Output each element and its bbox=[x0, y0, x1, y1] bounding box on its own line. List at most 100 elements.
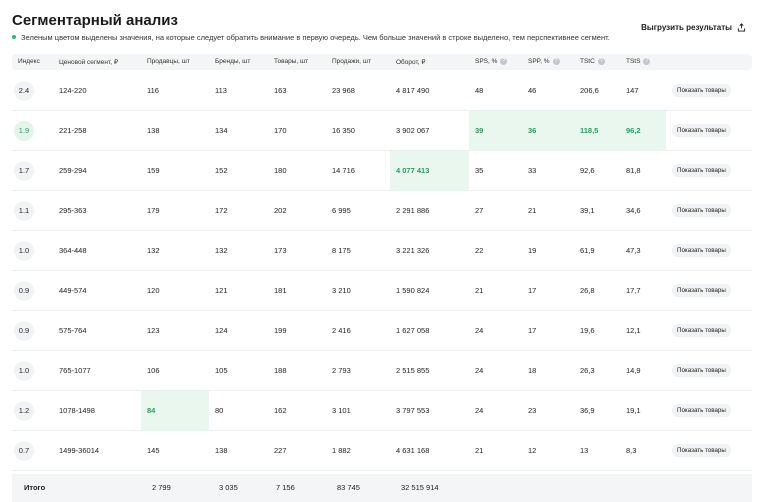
totals-row: Итого 2 799 3 035 7 156 83 745 32 515 914 bbox=[12, 474, 752, 502]
table-cell: 22 bbox=[475, 246, 484, 255]
table-cell: 1078-1498 bbox=[59, 406, 95, 415]
column-header: SPP, %? bbox=[528, 58, 560, 65]
table-cell: 23 bbox=[528, 406, 537, 415]
index-badge: 1.2 bbox=[14, 401, 34, 421]
table-cell: 18 bbox=[528, 366, 537, 375]
table-cell: 259-294 bbox=[59, 166, 87, 175]
table-cell: 765-1077 bbox=[59, 366, 91, 375]
show-products-button[interactable]: Показать товары bbox=[672, 124, 731, 137]
table-cell: 221-258 bbox=[59, 126, 87, 135]
table-cell: 199 bbox=[274, 326, 287, 335]
table-cell: 92,6 bbox=[580, 166, 595, 175]
table-cell: 17 bbox=[528, 286, 537, 295]
show-products-button[interactable]: Показать товары bbox=[672, 204, 731, 217]
table-cell: 4 631 168 bbox=[396, 446, 430, 455]
table-cell: 8,3 bbox=[626, 446, 637, 455]
index-badge: 0.7 bbox=[14, 441, 34, 461]
table-row: 1.7 259-294 159 152 180 14 716 4 077 413 35 33 92… bbox=[12, 151, 752, 191]
export-label: Выгрузить результаты bbox=[641, 23, 732, 32]
table-cell: 106 bbox=[147, 366, 160, 375]
table-row: 1.0 364-448 132 132 173 8 175 3 221 326 22 19 61,… bbox=[12, 231, 752, 271]
table-cell: 152 bbox=[215, 166, 228, 175]
totals-value: 32 515 914 bbox=[401, 483, 439, 492]
table-cell: 19,1 bbox=[626, 406, 641, 415]
table-cell: 3 101 bbox=[332, 406, 351, 415]
table-header: Индекс Ценовой сегмент, ₽ Продавцы, шт Брен… bbox=[12, 54, 752, 70]
table-cell: 123 bbox=[147, 326, 160, 335]
show-products-button[interactable]: Показать товары bbox=[672, 284, 731, 297]
table-row: 0.9 575-764 123 124 199 2 416 1 627 058 24 17 19,… bbox=[12, 311, 752, 351]
table-cell: 202 bbox=[274, 206, 287, 215]
column-header: Ценовой сегмент, ₽ bbox=[59, 58, 118, 66]
table-cell: 227 bbox=[274, 446, 287, 455]
table-cell: 173 bbox=[274, 246, 287, 255]
export-icon bbox=[737, 23, 746, 32]
column-header-label: Продавцы, шт bbox=[147, 58, 190, 65]
index-badge: 1.0 bbox=[14, 241, 34, 261]
table-row: 1.2 1078-1498 84 80 162 3 101 3 797 553 24 23 36,… bbox=[12, 391, 752, 431]
index-badge: 2.4 bbox=[14, 81, 34, 101]
column-header: TStS? bbox=[626, 58, 651, 65]
table-cell: 46 bbox=[528, 86, 537, 95]
column-header-label: SPS, % bbox=[475, 58, 498, 65]
table-cell: 81,8 bbox=[626, 166, 641, 175]
info-icon[interactable]: ? bbox=[552, 58, 560, 65]
table-row: 0.7 1499-36014 145 138 227 1 882 4 631 168 21 12… bbox=[12, 431, 752, 471]
table-cell: 147 bbox=[626, 86, 639, 95]
table-cell: 118,5 bbox=[580, 126, 599, 135]
table-cell: 188 bbox=[274, 366, 287, 375]
table-cell: 14,9 bbox=[626, 366, 641, 375]
table-row: 0.9 449-574 120 121 181 3 210 1 590 824 21 17 26,… bbox=[12, 271, 752, 311]
table-cell: 84 bbox=[147, 406, 156, 415]
table-cell: 170 bbox=[274, 126, 287, 135]
table-cell: 2 515 855 bbox=[396, 366, 430, 375]
show-products-button[interactable]: Показать товары bbox=[672, 164, 731, 177]
table-row: 1.9 221-258 138 134 170 16 350 3 902 067 39 36 11… bbox=[12, 111, 752, 151]
column-header-label: Продажи, шт bbox=[332, 58, 371, 65]
table-cell: 113 bbox=[215, 86, 227, 95]
table-cell: 295-363 bbox=[59, 206, 87, 215]
table-row: 1.1 295-363 179 172 202 6 995 2 291 886 27 21 39,… bbox=[12, 191, 752, 231]
table-cell: 162 bbox=[274, 406, 287, 415]
show-products-button[interactable]: Показать товары bbox=[672, 324, 731, 337]
table-row: 2.4 124-220 116 113 163 23 968 4 817 490 48 46 20… bbox=[12, 71, 752, 111]
table-cell: 180 bbox=[274, 166, 287, 175]
legend-text: Зеленым цветом выделены значения, на кот… bbox=[21, 33, 610, 42]
green-dot-icon bbox=[12, 35, 16, 40]
show-products-button[interactable]: Показать товары bbox=[672, 244, 731, 257]
index-badge: 1.9 bbox=[14, 121, 34, 141]
table-cell: 17,7 bbox=[626, 286, 641, 295]
table-cell: 181 bbox=[274, 286, 287, 295]
table-cell: 2 416 bbox=[332, 326, 351, 335]
table-cell: 34,6 bbox=[626, 206, 641, 215]
table-cell: 3 797 553 bbox=[396, 406, 430, 415]
table-cell: 124 bbox=[215, 326, 228, 335]
show-products-button[interactable]: Показать товары bbox=[672, 404, 731, 417]
info-icon[interactable]: ? bbox=[597, 58, 605, 65]
export-results-button[interactable]: Выгрузить результаты bbox=[641, 23, 746, 32]
column-header: SPS, %? bbox=[475, 58, 508, 65]
table-cell: 19 bbox=[528, 246, 537, 255]
table-cell: 1 590 824 bbox=[396, 286, 430, 295]
info-icon[interactable]: ? bbox=[643, 58, 651, 65]
table-cell: 364-448 bbox=[59, 246, 87, 255]
show-products-button[interactable]: Показать товары bbox=[672, 444, 731, 457]
column-header: Продавцы, шт bbox=[147, 58, 190, 65]
table-cell: 26,3 bbox=[580, 366, 595, 375]
table-cell: 16 350 bbox=[332, 126, 355, 135]
table-cell: 12,1 bbox=[626, 326, 641, 335]
table-cell: 13 bbox=[580, 446, 589, 455]
index-badge: 1.1 bbox=[14, 201, 34, 221]
column-header-label: Индекс bbox=[18, 58, 40, 65]
table-cell: 1 627 058 bbox=[396, 326, 430, 335]
show-products-button[interactable]: Показать товары bbox=[672, 84, 731, 97]
totals-value: 7 156 bbox=[276, 483, 295, 492]
table-cell: 132 bbox=[215, 246, 228, 255]
table-cell: 121 bbox=[215, 286, 228, 295]
table-cell: 163 bbox=[274, 86, 287, 95]
table-cell: 4 817 490 bbox=[396, 86, 430, 95]
show-products-button[interactable]: Показать товары bbox=[672, 364, 731, 377]
table-cell: 96,2 bbox=[626, 126, 641, 135]
column-header: Товары, шт bbox=[274, 58, 308, 65]
info-icon[interactable]: ? bbox=[500, 58, 508, 65]
